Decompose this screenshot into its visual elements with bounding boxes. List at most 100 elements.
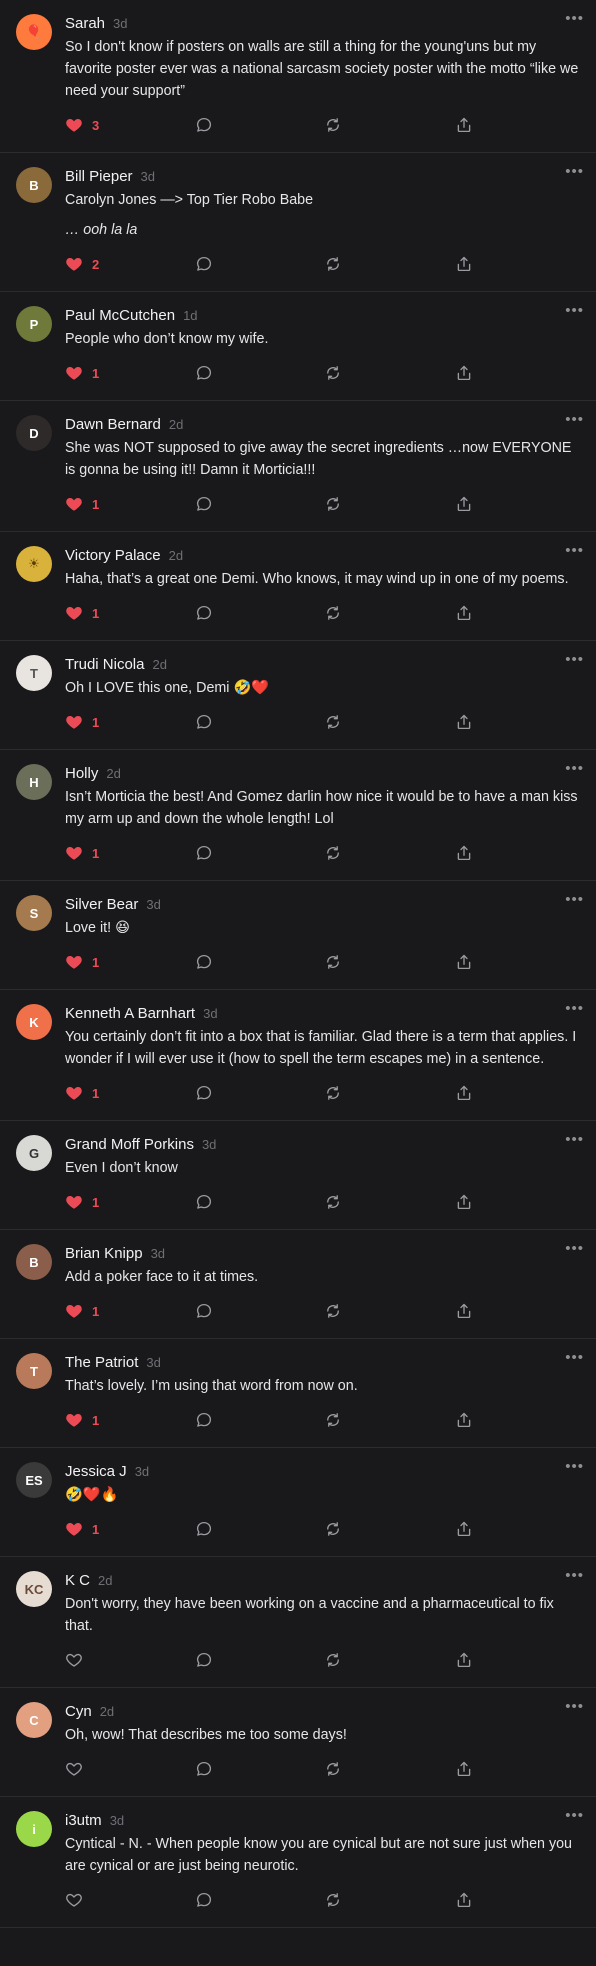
avatar[interactable]: K xyxy=(16,1004,52,1040)
reply-post[interactable]: 🎈 ••• Sarah 3d So I don't know if posters on… xyxy=(0,0,596,153)
author-name[interactable]: Cyn xyxy=(65,1703,92,1720)
share-button[interactable] xyxy=(455,951,473,973)
share-button[interactable] xyxy=(455,1758,473,1780)
like-button[interactable]: 1 xyxy=(65,1300,99,1322)
more-icon[interactable]: ••• xyxy=(565,303,584,318)
reply-post[interactable]: C ••• Cyn 2d Oh, wow! That describes me too … xyxy=(0,1688,596,1797)
reply-button[interactable] xyxy=(195,1300,213,1322)
repost-button[interactable] xyxy=(324,1409,342,1431)
share-button[interactable] xyxy=(455,493,473,515)
share-button[interactable] xyxy=(455,1300,473,1322)
share-button[interactable] xyxy=(455,1649,473,1671)
avatar[interactable]: P xyxy=(16,306,52,342)
reply-post[interactable]: K ••• Kenneth A Barnhart 3d You certainly do… xyxy=(0,990,596,1121)
share-button[interactable] xyxy=(455,114,473,136)
author-name[interactable]: Brian Knipp xyxy=(65,1245,143,1262)
reply-button[interactable] xyxy=(195,1649,213,1671)
like-button[interactable]: 3 xyxy=(65,114,99,136)
more-icon[interactable]: ••• xyxy=(565,652,584,667)
repost-button[interactable] xyxy=(324,1889,342,1911)
avatar[interactable]: 🎈 xyxy=(16,14,52,50)
like-button[interactable]: 1 xyxy=(65,1409,99,1431)
reply-post[interactable]: B ••• Brian Knipp 3d Add a poker face to it … xyxy=(0,1230,596,1339)
avatar[interactable]: B xyxy=(16,167,52,203)
author-name[interactable]: Bill Pieper xyxy=(65,168,133,185)
post-time[interactable]: 3d xyxy=(202,1137,216,1152)
post-time[interactable]: 2d xyxy=(106,766,120,781)
author-name[interactable]: K C xyxy=(65,1572,90,1589)
avatar[interactable]: i xyxy=(16,1811,52,1847)
like-button[interactable]: 1 xyxy=(65,951,99,973)
post-time[interactable]: 3d xyxy=(113,16,127,31)
avatar[interactable]: G xyxy=(16,1135,52,1171)
share-button[interactable] xyxy=(455,362,473,384)
repost-button[interactable] xyxy=(324,1191,342,1213)
more-icon[interactable]: ••• xyxy=(565,543,584,558)
more-icon[interactable]: ••• xyxy=(565,1699,584,1714)
like-button[interactable] xyxy=(65,1758,83,1780)
reply-button[interactable] xyxy=(195,951,213,973)
repost-button[interactable] xyxy=(324,951,342,973)
author-name[interactable]: Trudi Nicola xyxy=(65,656,144,673)
repost-button[interactable] xyxy=(324,493,342,515)
more-icon[interactable]: ••• xyxy=(565,412,584,427)
reply-button[interactable] xyxy=(195,842,213,864)
reply-post[interactable]: G ••• Grand Moff Porkins 3d Even I don’t kno… xyxy=(0,1121,596,1230)
like-button[interactable]: 1 xyxy=(65,1191,99,1213)
author-name[interactable]: Kenneth A Barnhart xyxy=(65,1005,195,1022)
like-button[interactable] xyxy=(65,1649,83,1671)
post-time[interactable]: 3d xyxy=(135,1464,149,1479)
author-name[interactable]: Grand Moff Porkins xyxy=(65,1136,194,1153)
post-time[interactable]: 2d xyxy=(98,1573,112,1588)
author-name[interactable]: The Patriot xyxy=(65,1354,138,1371)
reply-post[interactable]: ☀ ••• Victory Palace 2d Haha, that’s a great… xyxy=(0,532,596,641)
share-button[interactable] xyxy=(455,711,473,733)
reply-button[interactable] xyxy=(195,1518,213,1540)
share-button[interactable] xyxy=(455,842,473,864)
like-button[interactable]: 1 xyxy=(65,1082,99,1104)
like-button[interactable]: 2 xyxy=(65,253,99,275)
avatar[interactable]: H xyxy=(16,764,52,800)
like-button[interactable] xyxy=(65,1889,83,1911)
like-button[interactable]: 1 xyxy=(65,1518,99,1540)
avatar[interactable]: B xyxy=(16,1244,52,1280)
reply-post[interactable]: B ••• Bill Pieper 3d Carolyn Jones —> Top Ti… xyxy=(0,153,596,292)
author-name[interactable]: Sarah xyxy=(65,15,105,32)
more-icon[interactable]: ••• xyxy=(565,11,584,26)
more-icon[interactable]: ••• xyxy=(565,1808,584,1823)
post-time[interactable]: 3d xyxy=(146,1355,160,1370)
repost-button[interactable] xyxy=(324,253,342,275)
repost-button[interactable] xyxy=(324,1518,342,1540)
avatar[interactable]: ES xyxy=(16,1462,52,1498)
reply-post[interactable]: T ••• The Patriot 3d That’s lovely. I’m usin… xyxy=(0,1339,596,1448)
like-button[interactable]: 1 xyxy=(65,602,99,624)
repost-button[interactable] xyxy=(324,602,342,624)
repost-button[interactable] xyxy=(324,1649,342,1671)
post-time[interactable]: 3d xyxy=(203,1006,217,1021)
reply-button[interactable] xyxy=(195,493,213,515)
repost-button[interactable] xyxy=(324,362,342,384)
repost-button[interactable] xyxy=(324,1082,342,1104)
reply-button[interactable] xyxy=(195,1082,213,1104)
more-icon[interactable]: ••• xyxy=(565,1350,584,1365)
share-button[interactable] xyxy=(455,253,473,275)
reply-post[interactable]: T ••• Trudi Nicola 2d Oh I LOVE this one, De… xyxy=(0,641,596,750)
share-button[interactable] xyxy=(455,1082,473,1104)
post-time[interactable]: 2d xyxy=(169,548,183,563)
avatar[interactable]: D xyxy=(16,415,52,451)
like-button[interactable]: 1 xyxy=(65,362,99,384)
reply-button[interactable] xyxy=(195,1409,213,1431)
repost-button[interactable] xyxy=(324,1300,342,1322)
reply-button[interactable] xyxy=(195,1889,213,1911)
avatar[interactable]: S xyxy=(16,895,52,931)
author-name[interactable]: Paul McCutchen xyxy=(65,307,175,324)
author-name[interactable]: Silver Bear xyxy=(65,896,138,913)
share-button[interactable] xyxy=(455,1191,473,1213)
reply-post[interactable]: S ••• Silver Bear 3d Love it! 😆 1 xyxy=(0,881,596,990)
repost-button[interactable] xyxy=(324,711,342,733)
avatar[interactable]: C xyxy=(16,1702,52,1738)
avatar[interactable]: KC xyxy=(16,1571,52,1607)
reply-post[interactable]: ES ••• Jessica J 3d 🤣❤️🔥 1 xyxy=(0,1448,596,1557)
more-icon[interactable]: ••• xyxy=(565,892,584,907)
more-icon[interactable]: ••• xyxy=(565,1459,584,1474)
